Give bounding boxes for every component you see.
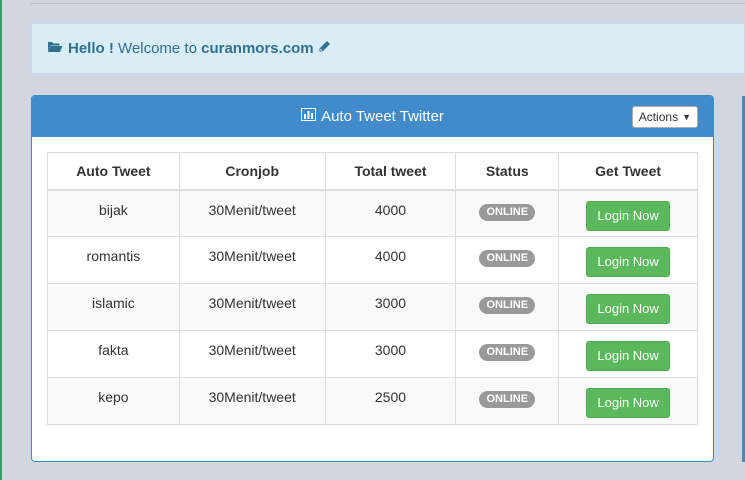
table-row: bijak 30Menit/tweet 4000 ONLINE Login No… <box>47 189 698 237</box>
cell-name: fakta <box>47 330 180 378</box>
table-row: fakta 30Menit/tweet 3000 ONLINE Login No… <box>47 330 698 378</box>
cell-name: kepo <box>47 377 180 425</box>
folder-open-icon <box>47 40 63 57</box>
actions-dropdown-button[interactable]: Actions ▼ <box>631 106 698 128</box>
cell-total: 4000 <box>324 189 457 237</box>
login-now-button[interactable]: Login Now <box>586 294 670 324</box>
auto-tweet-panel: Auto Tweet Twitter Actions ▼ Auto Tweet … <box>31 95 714 462</box>
cell-name: romantis <box>47 236 180 284</box>
status-badge: ONLINE <box>479 344 536 361</box>
cell-status: ONLINE <box>455 236 560 284</box>
panel-title: Auto Tweet Twitter <box>321 108 444 125</box>
welcome-text: Welcome to <box>118 40 197 57</box>
header-total-tweet: Total tweet <box>324 152 457 191</box>
cell-action: Login Now <box>558 330 698 378</box>
cell-action: Login Now <box>558 236 698 284</box>
cell-status: ONLINE <box>455 377 560 425</box>
cell-status: ONLINE <box>455 330 560 378</box>
status-badge: ONLINE <box>479 297 536 314</box>
site-name: curanmors.com <box>201 40 314 57</box>
table-row: islamic 30Menit/tweet 3000 ONLINE Login … <box>47 283 698 331</box>
login-now-button[interactable]: Login Now <box>586 247 670 277</box>
status-badge: ONLINE <box>479 250 536 267</box>
status-badge: ONLINE <box>479 203 536 221</box>
login-now-button[interactable]: Login Now <box>586 341 670 371</box>
table-header-row: Auto Tweet Cronjob Total tweet Status Ge… <box>47 152 698 191</box>
cell-cronjob: 30Menit/tweet <box>178 189 326 237</box>
cell-cronjob: 30Menit/tweet <box>178 330 326 378</box>
status-badge: ONLINE <box>479 391 536 408</box>
panel-heading: Auto Tweet Twitter Actions ▼ <box>32 96 713 137</box>
welcome-alert: Hello ! Welcome to curanmors.com <box>31 23 745 74</box>
table-row: kepo 30Menit/tweet 2500 ONLINE Login Now <box>47 377 698 425</box>
actions-label: Actions <box>638 110 679 124</box>
header-auto-tweet: Auto Tweet <box>47 152 180 191</box>
login-now-button[interactable]: Login Now <box>586 388 670 418</box>
caret-down-icon: ▼ <box>682 112 691 122</box>
header-get-tweet: Get Tweet <box>558 152 698 191</box>
bar-chart-icon <box>301 108 317 125</box>
header-cronjob: Cronjob <box>178 152 326 191</box>
cell-cronjob: 30Menit/tweet <box>178 283 326 331</box>
cell-name: bijak <box>47 189 180 237</box>
top-divider <box>30 0 745 4</box>
left-edge-border <box>0 0 2 480</box>
cell-action: Login Now <box>558 189 698 237</box>
auto-tweet-table: Auto Tweet Cronjob Total tweet Status Ge… <box>47 152 698 425</box>
cell-action: Login Now <box>558 377 698 425</box>
login-now-button[interactable]: Login Now <box>586 200 670 231</box>
cell-total: 2500 <box>324 377 457 425</box>
pencil-icon <box>318 40 331 57</box>
cell-status: ONLINE <box>455 189 560 237</box>
cell-name: islamic <box>47 283 180 331</box>
header-status: Status <box>455 152 560 191</box>
cell-cronjob: 30Menit/tweet <box>178 377 326 425</box>
cell-status: ONLINE <box>455 283 560 331</box>
hello-text: Hello ! <box>68 40 114 57</box>
cell-total: 3000 <box>324 330 457 378</box>
cell-cronjob: 30Menit/tweet <box>178 236 326 284</box>
cell-total: 3000 <box>324 283 457 331</box>
cell-total: 4000 <box>324 236 457 284</box>
cell-action: Login Now <box>558 283 698 331</box>
table-row: romantis 30Menit/tweet 4000 ONLINE Login… <box>47 236 698 284</box>
